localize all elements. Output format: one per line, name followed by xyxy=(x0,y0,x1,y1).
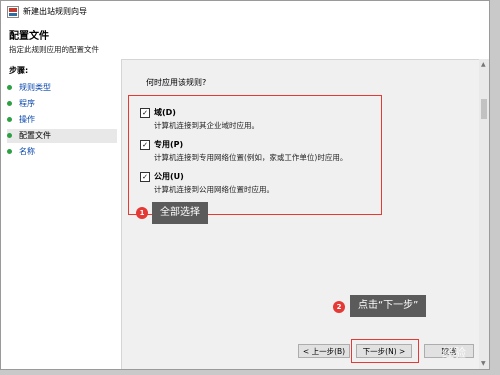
sidebar-item-name[interactable]: 名称 xyxy=(7,145,117,159)
sidebar-item-label: 程序 xyxy=(19,99,35,108)
steps-heading: 步骤: xyxy=(9,66,29,75)
sidebar-item-label: 规则类型 xyxy=(19,83,51,92)
private-checkbox[interactable]: ✓ xyxy=(140,140,150,150)
page-subtitle: 指定此规则应用的配置文件 xyxy=(9,45,99,54)
sidebar-item-label: 配置文件 xyxy=(19,131,51,140)
step-dot-icon xyxy=(7,149,12,154)
sidebar-item-label: 操作 xyxy=(19,115,35,124)
option-title: 专用(P) xyxy=(154,140,184,149)
domain-checkbox[interactable]: ✓ xyxy=(140,108,150,118)
title-bar: 新建出站规则向导 xyxy=(1,1,489,24)
page-title: 配置文件 xyxy=(9,31,49,42)
step-dot-icon xyxy=(7,117,12,122)
option-desc: 计算机连接到专用网络位置(例如，家或工作单位)时应用。 xyxy=(154,153,348,162)
public-checkbox[interactable]: ✓ xyxy=(140,172,150,182)
option-desc: 计算机连接到公用网络位置时应用。 xyxy=(154,185,274,194)
sidebar-item-rule-type[interactable]: 规则类型 xyxy=(7,81,117,95)
sidebar-item-program[interactable]: 程序 xyxy=(7,97,117,111)
option-desc: 计算机连接到其企业域时应用。 xyxy=(154,121,259,130)
next-highlight-box xyxy=(351,339,419,363)
annotation-click-next: 点击“下一步” xyxy=(350,295,427,317)
scroll-down-icon[interactable]: ▼ xyxy=(481,360,486,367)
back-button[interactable]: < 上一步(B) xyxy=(298,344,350,358)
scroll-thumb[interactable] xyxy=(481,99,487,119)
annotation-number-2: 2 xyxy=(333,301,345,313)
question-label: 何时应用该规则? xyxy=(146,78,207,87)
wizard-dialog: 新建出站规则向导 配置文件 指定此规则应用的配置文件 步骤: 规则类型 程序 操… xyxy=(0,0,490,370)
main-panel: 何时应用该规则? ✓ 域(D) 计算机连接到其企业域时应用。 ✓ 专用(P) 计… xyxy=(122,59,489,369)
firewall-icon xyxy=(7,6,19,20)
steps-sidebar: 步骤: 规则类型 程序 操作 配置文件 名称 xyxy=(1,59,122,369)
sidebar-item-label: 名称 xyxy=(19,147,35,156)
option-title: 公用(U) xyxy=(154,172,184,181)
sidebar-item-action[interactable]: 操作 xyxy=(7,113,117,127)
window-title: 新建出站规则向导 xyxy=(23,7,87,16)
annotation-number-1: 1 xyxy=(136,207,148,219)
annotation-select-all: 全部选择 xyxy=(152,202,208,224)
vertical-scrollbar[interactable]: ▲ ▼ xyxy=(479,59,489,369)
step-dot-icon xyxy=(7,85,12,90)
sidebar-item-profile[interactable]: 配置文件 xyxy=(7,129,117,143)
option-title: 域(D) xyxy=(154,108,176,117)
scroll-up-icon[interactable]: ▲ xyxy=(481,61,486,68)
watermark-logo: 经验 xyxy=(442,346,467,360)
step-dot-icon xyxy=(7,133,12,138)
step-dot-icon xyxy=(7,101,12,106)
wizard-header: 配置文件 指定此规则应用的配置文件 xyxy=(1,23,489,60)
